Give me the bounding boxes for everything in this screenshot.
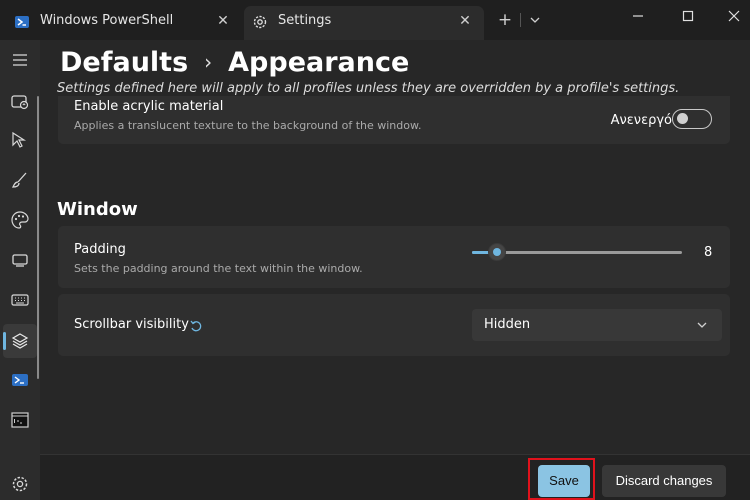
breadcrumb-current: Appearance xyxy=(228,46,410,78)
appearance-icon[interactable] xyxy=(10,170,30,190)
acrylic-setting-card: Enable acrylic material Applies a transl… xyxy=(58,96,730,144)
gear-icon xyxy=(253,15,267,29)
settings-content: Defaults › Appearance Enable acrylic mat… xyxy=(40,40,750,454)
tab-label: Windows PowerShell xyxy=(40,13,174,28)
page-subtitle: Settings defined here will apply to all … xyxy=(57,81,680,96)
powershell-icon xyxy=(15,16,29,28)
padding-value: 8 xyxy=(704,245,713,260)
startup-icon[interactable] xyxy=(10,92,30,112)
chevron-down-icon xyxy=(697,322,707,328)
acrylic-title: Enable acrylic material xyxy=(74,99,224,114)
scrollbar-visibility-select[interactable]: Hidden xyxy=(472,309,722,341)
interaction-icon[interactable] xyxy=(10,130,30,150)
footer-bar: Save Discard changes xyxy=(40,454,750,500)
acrylic-description: Applies a translucent texture to the bac… xyxy=(74,119,422,132)
color-schemes-icon[interactable] xyxy=(10,210,30,230)
scrollbar-setting-card: Scrollbar visibility Hidden xyxy=(58,294,730,356)
tab-settings[interactable]: Settings ✕ xyxy=(244,6,484,40)
sidebar-scrollbar[interactable] xyxy=(37,96,39,379)
reset-icon[interactable] xyxy=(189,319,203,333)
toggle-knob xyxy=(677,113,688,124)
tab-label: Settings xyxy=(278,13,332,28)
actions-icon[interactable] xyxy=(10,290,30,310)
window-section-title: Window xyxy=(57,199,138,220)
slider-thumb[interactable] xyxy=(488,243,506,261)
tab-windows-powershell[interactable]: Windows PowerShell ✕ xyxy=(6,6,242,40)
navigation-sidebar xyxy=(0,40,40,500)
minimize-icon[interactable] xyxy=(627,6,649,26)
menu-icon[interactable] xyxy=(10,50,30,70)
divider xyxy=(520,13,521,27)
close-tab-icon[interactable]: ✕ xyxy=(456,12,474,30)
scrollbar-title: Scrollbar visibility xyxy=(74,317,189,332)
close-window-icon[interactable] xyxy=(723,6,745,26)
maximize-icon[interactable] xyxy=(677,6,699,26)
nav-selected-indicator xyxy=(3,332,6,350)
discard-changes-button[interactable]: Discard changes xyxy=(602,465,726,497)
title-bar: Windows PowerShell ✕ Settings ✕ + xyxy=(0,0,750,40)
breadcrumb: Defaults › Appearance xyxy=(60,42,409,82)
defaults-icon[interactable] xyxy=(10,331,30,351)
new-tab-button[interactable]: + xyxy=(494,10,516,30)
padding-slider[interactable] xyxy=(472,242,682,262)
save-button[interactable]: Save xyxy=(538,465,590,497)
select-value: Hidden xyxy=(484,317,531,332)
settings-gear-icon[interactable] xyxy=(10,474,30,494)
padding-description: Sets the padding around the text within … xyxy=(74,262,363,275)
breadcrumb-separator: › xyxy=(204,50,213,74)
breadcrumb-parent[interactable]: Defaults xyxy=(60,47,188,78)
chevron-down-icon[interactable] xyxy=(526,12,544,28)
padding-setting-card: Padding Sets the padding around the text… xyxy=(58,226,730,288)
rendering-icon[interactable] xyxy=(10,250,30,270)
powershell-icon[interactable] xyxy=(10,370,30,390)
acrylic-toggle-label: Ανενεργό xyxy=(610,113,672,128)
command-prompt-icon[interactable] xyxy=(10,410,30,430)
close-tab-icon[interactable]: ✕ xyxy=(214,12,232,30)
acrylic-toggle[interactable] xyxy=(672,109,712,129)
padding-title: Padding xyxy=(74,242,126,257)
